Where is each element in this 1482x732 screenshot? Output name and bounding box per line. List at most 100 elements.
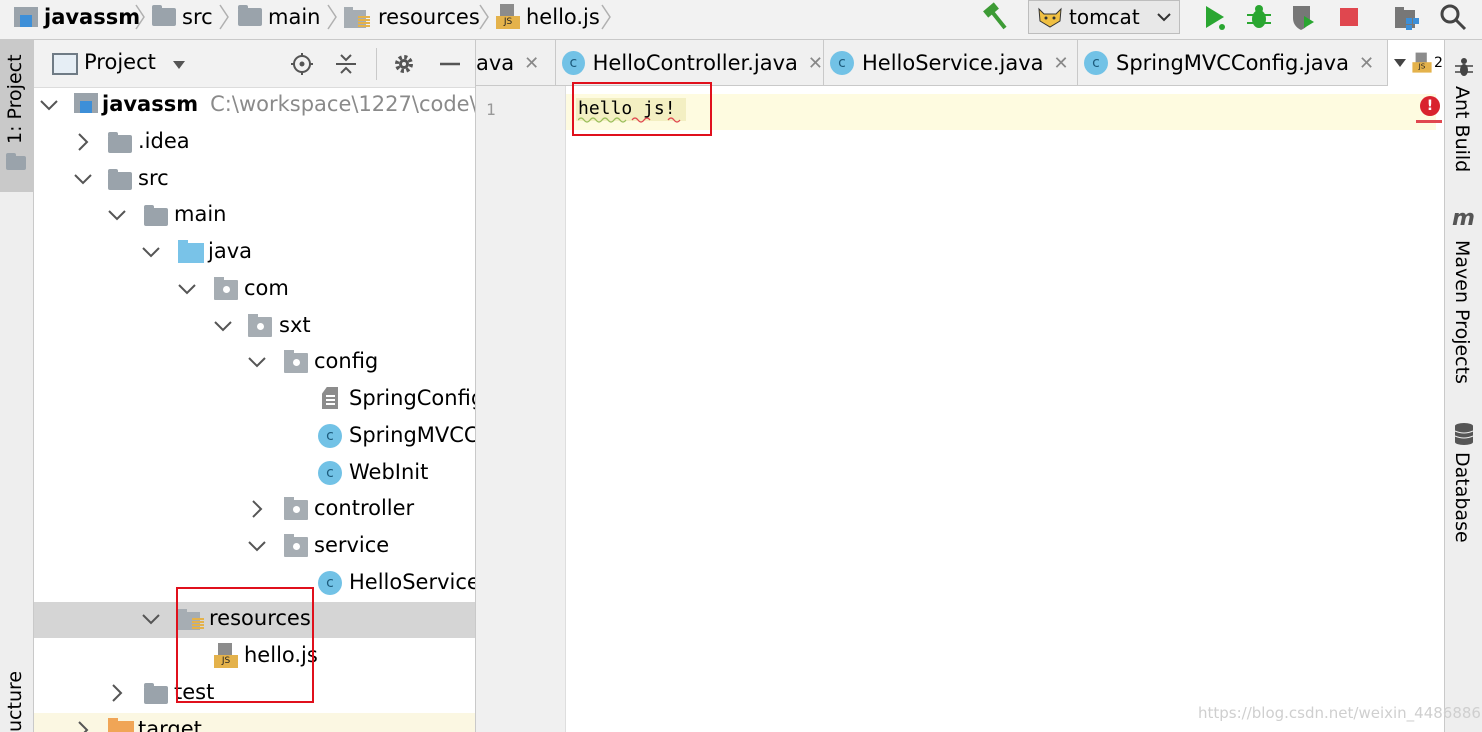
tree-item-label: WebInit <box>349 460 429 484</box>
tomcat-icon <box>1038 7 1062 28</box>
collapse-all-icon[interactable] <box>334 52 358 76</box>
ant-icon <box>1455 58 1473 76</box>
tab-truncated[interactable]: ava ✕ <box>476 40 556 86</box>
breadcrumb-main[interactable]: main <box>238 0 320 34</box>
close-icon[interactable]: ✕ <box>524 53 539 74</box>
tree-item-label: service <box>314 533 390 557</box>
class-icon: c <box>318 461 342 485</box>
excluded-folder-icon <box>108 718 134 732</box>
tree-item-idea[interactable]: .idea <box>34 125 475 161</box>
tab-helloservice[interactable]: c HelloService.java ✕ <box>824 40 1078 86</box>
tree-item-label: HelloService <box>349 570 476 594</box>
tree-item-com[interactable]: com <box>34 272 475 308</box>
project-structure-icon[interactable] <box>1392 2 1422 32</box>
debug-icon[interactable] <box>1244 2 1274 32</box>
folder-icon <box>238 5 262 26</box>
package-icon <box>284 534 308 557</box>
tab-hellocontroller[interactable]: c HelloController.java ✕ <box>556 40 824 86</box>
breadcrumb-project[interactable]: javassm <box>14 0 140 34</box>
tab-list-caret-icon[interactable] <box>1394 59 1406 67</box>
error-stripe-marker[interactable] <box>1416 120 1442 123</box>
tree-item-webinit[interactable]: c WebInit <box>34 456 475 492</box>
tree-item-springconfig[interactable]: SpringConfig <box>34 382 475 418</box>
package-icon <box>214 277 238 300</box>
coverage-icon[interactable] <box>1288 2 1318 32</box>
breadcrumb-file[interactable]: JS hello.js <box>496 0 600 34</box>
tree-item-springmvcconfig[interactable]: c SpringMVCC <box>34 419 476 455</box>
project-view-icon <box>52 53 78 75</box>
tab-hello-js-active[interactable]: JS 2 <box>1388 40 1444 86</box>
tree-item-java[interactable]: java <box>34 235 475 271</box>
tree-item-label: com <box>244 276 289 300</box>
chevron-right-icon <box>252 500 263 518</box>
chevron-down-icon <box>248 541 266 552</box>
chevron-right-icon <box>479 4 489 30</box>
tree-item-src[interactable]: src <box>34 162 475 198</box>
class-icon: c <box>1084 51 1108 75</box>
source-folder-icon <box>178 240 204 263</box>
tab-label: ava <box>476 51 515 75</box>
tree-item-config[interactable]: config <box>34 345 475 381</box>
editor-gutter <box>476 86 566 732</box>
tab-label: HelloService.java <box>862 51 1044 75</box>
chevron-down-icon <box>40 100 58 111</box>
run-icon[interactable] <box>1200 2 1230 32</box>
tree-item-controller[interactable]: controller <box>34 492 475 528</box>
run-configuration-selector[interactable]: tomcat <box>1028 0 1180 34</box>
database-icon <box>1454 423 1474 445</box>
search-icon[interactable] <box>1438 2 1468 32</box>
chevron-right-icon <box>601 4 611 30</box>
chevron-right-icon <box>112 684 123 702</box>
gear-icon[interactable] <box>392 52 416 76</box>
breadcrumb-project-label: javassm <box>44 5 141 29</box>
header-divider <box>376 48 377 80</box>
project-panel-title[interactable]: Project <box>84 50 156 74</box>
tree-item-label: src <box>138 166 169 190</box>
tree-item-label: javassm <box>102 92 199 116</box>
package-icon <box>284 497 308 520</box>
tab-label: SpringMVCConfig.java <box>1116 51 1349 75</box>
breadcrumb-src-label: src <box>182 5 213 29</box>
maven-projects-tab-label[interactable]: Maven Projects <box>1451 240 1473 384</box>
maven-icon: m <box>1452 206 1475 231</box>
close-icon[interactable]: ✕ <box>1359 53 1374 74</box>
tree-item-target[interactable]: target <box>34 713 475 732</box>
structure-tool-tab-label[interactable]: ucture <box>4 671 26 732</box>
run-configuration-label: tomcat <box>1069 5 1140 29</box>
annotation-box-resources <box>176 587 314 703</box>
tree-item-javassm[interactable]: javassm C:\workspace\1227\code\sp <box>34 88 475 124</box>
tree-item-label: SpringMVCC <box>349 423 476 447</box>
watermark: https://blog.csdn.net/weixin_44868863 <box>1198 704 1482 722</box>
breadcrumb-resources-label: resources <box>378 5 480 29</box>
folder-icon <box>144 205 168 226</box>
tree-item-label: java <box>208 239 252 263</box>
js-file-icon: JS <box>1412 52 1432 74</box>
error-indicator-icon[interactable]: ! <box>1420 96 1440 116</box>
build-hammer-icon[interactable] <box>980 2 1010 32</box>
breadcrumb-resources[interactable]: resources <box>344 0 480 34</box>
tree-item-main[interactable]: main <box>34 198 475 234</box>
project-icon <box>14 7 38 27</box>
tree-item-label: sxt <box>279 313 311 337</box>
folder-icon <box>108 169 132 190</box>
code-editor[interactable]: 1 hello js! ! <box>476 86 1444 732</box>
hide-minimize-icon[interactable] <box>438 52 462 76</box>
breadcrumb-src[interactable]: src <box>152 0 213 34</box>
chevron-down-icon <box>142 614 160 625</box>
locate-target-icon[interactable] <box>290 52 314 76</box>
chevron-down-icon <box>142 247 160 258</box>
tree-item-label: controller <box>314 496 415 520</box>
tree-item-service[interactable]: service <box>34 529 475 565</box>
close-icon[interactable]: ✕ <box>1054 53 1069 74</box>
database-tab-label[interactable]: Database <box>1451 452 1473 543</box>
chevron-down-icon <box>248 357 266 368</box>
tab-springmvcconfig[interactable]: c SpringMVCConfig.java ✕ <box>1078 40 1388 86</box>
class-icon: c <box>562 51 585 75</box>
tree-item-sxt[interactable]: sxt <box>34 309 475 345</box>
stop-icon[interactable] <box>1334 2 1364 32</box>
folder-icon <box>108 132 132 153</box>
ant-build-tab-label[interactable]: Ant Build <box>1451 86 1473 172</box>
caret-down-icon[interactable] <box>172 60 186 70</box>
close-icon[interactable]: ✕ <box>808 53 823 74</box>
project-tool-tab[interactable]: 1: Project <box>0 40 33 192</box>
